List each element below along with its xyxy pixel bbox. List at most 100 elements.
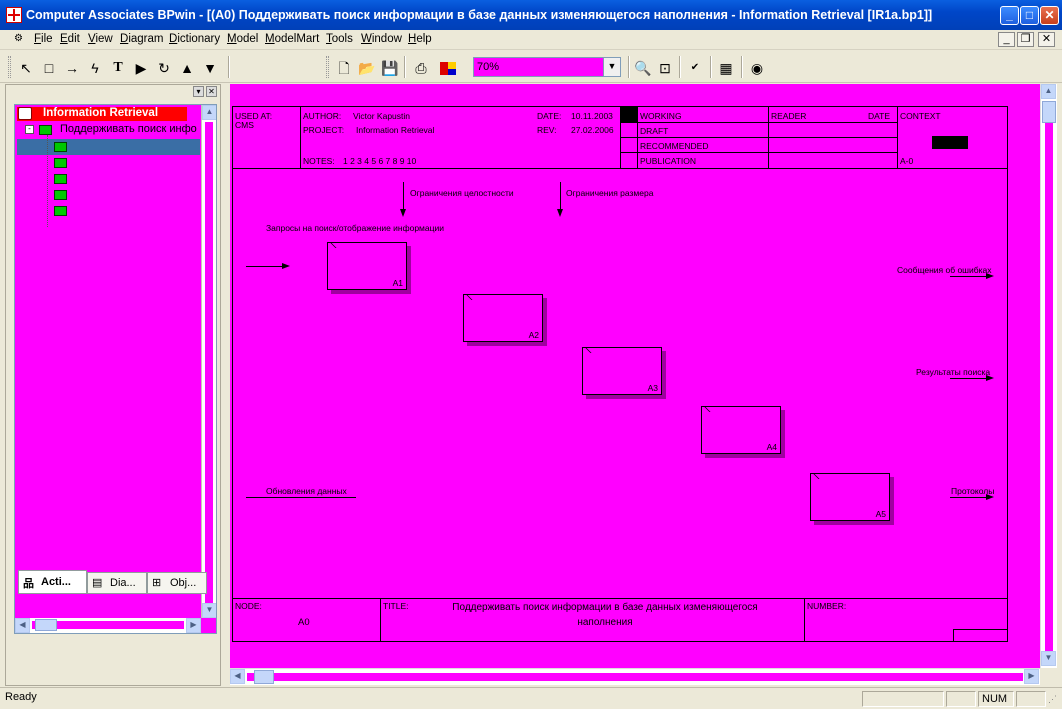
scroll-track[interactable] [1045, 101, 1053, 651]
scroll-down-icon[interactable]: ▼ [1041, 651, 1056, 666]
zoom-fit-icon[interactable]: ⊡ [654, 57, 676, 79]
scroll-right-icon[interactable]: ▶ [1024, 669, 1039, 684]
explorer-close-button[interactable]: ✕ [206, 86, 217, 97]
arrow-label-control-1[interactable]: Ограничения целостности [410, 188, 514, 198]
tab-objects[interactable]: ⊞ Obj... [147, 572, 207, 594]
arrow-label-input-1[interactable]: Запросы на поиск/отображение информации [266, 223, 444, 233]
arrow-label-input-2[interactable]: Обновления данных [266, 486, 347, 496]
color-icon[interactable] [440, 62, 456, 75]
arrow-label-control-2[interactable]: Ограничения размера [566, 188, 653, 198]
activity-box-a1[interactable]: A1 [327, 242, 407, 290]
mdi-restore-button[interactable]: ❐ [1017, 32, 1034, 47]
zoom-value: 70% [477, 61, 500, 73]
activity-box-a3[interactable]: A3 [582, 347, 662, 395]
status-panel [1016, 691, 1046, 707]
activity-icon[interactable] [54, 142, 67, 152]
open-folder-icon[interactable]: 📂 [356, 57, 378, 79]
squiggle-tool-icon[interactable]: ϟ [84, 57, 106, 79]
activity-icon[interactable] [54, 174, 67, 184]
menu-help[interactable]: Help [408, 33, 432, 45]
menu-diagram[interactable]: Diagram [120, 33, 163, 45]
activity-box-a5[interactable]: A5 [810, 473, 890, 521]
arrow-label-output-1[interactable]: Сообщения об ошибках [897, 265, 992, 275]
arrow-input-2[interactable] [246, 497, 356, 498]
print-icon[interactable]: ⎙ [410, 57, 432, 79]
scroll-track[interactable] [205, 122, 213, 617]
tab-activities[interactable]: 品 Acti... [18, 570, 87, 594]
status-panel [862, 691, 944, 707]
minimize-button[interactable]: _ [1000, 6, 1019, 25]
tree-hscroll[interactable]: ◀ ▶ [15, 618, 201, 633]
toolbar-separator [679, 56, 681, 78]
tree-vscroll[interactable]: ▲ ▼ [201, 105, 216, 618]
app-icon[interactable] [6, 7, 22, 23]
arrow-output-1[interactable] [950, 276, 986, 277]
menu-edit[interactable]: Edit [60, 33, 80, 45]
tab-diagrams[interactable]: ▤ Dia... [87, 572, 147, 594]
menu-modelmart[interactable]: ModelMart [265, 33, 319, 45]
arrow-output-2[interactable] [950, 378, 986, 379]
activity-icon[interactable] [54, 206, 67, 216]
scroll-up-icon[interactable]: ▲ [1041, 84, 1056, 99]
arrow-output-3[interactable] [950, 497, 986, 498]
arrow-tool-icon[interactable]: → [61, 57, 83, 79]
go-down-icon[interactable]: ▼ [199, 57, 221, 79]
globe-icon[interactable]: ◉ [746, 57, 768, 79]
tree-root-item[interactable]: Information Retrieval [17, 107, 187, 121]
explorer-options-button[interactable]: ▾ [193, 86, 204, 97]
canvas-hscroll[interactable]: ◀ ▶ [230, 668, 1040, 685]
menu-file[interactable]: File [34, 33, 53, 45]
canvas-vscroll[interactable]: ▲ ▼ [1040, 84, 1057, 668]
scroll-thumb[interactable] [254, 670, 274, 684]
close-button[interactable]: ✕ [1040, 6, 1059, 25]
zoom-in-icon[interactable]: 🔍 [632, 57, 654, 79]
arrow-label-output-2[interactable]: Результаты поиска [916, 367, 990, 377]
scroll-right-icon[interactable]: ▶ [186, 618, 201, 633]
rotate-tool-icon[interactable]: ↻ [153, 57, 175, 79]
chevron-down-icon[interactable]: ▼ [603, 58, 620, 76]
menu-view[interactable]: View [88, 33, 113, 45]
play-tool-icon[interactable]: ▶ [130, 57, 152, 79]
arrow-control-2[interactable] [560, 182, 561, 210]
activity-icon[interactable] [54, 158, 67, 168]
maximize-button[interactable]: □ [1020, 6, 1039, 25]
zoom-select[interactable]: 70% ▼ [473, 57, 621, 77]
menu-dictionary[interactable]: Dictionary [169, 33, 220, 45]
menu-model[interactable]: Model [227, 33, 258, 45]
new-file-icon[interactable]: 🗋 [333, 57, 355, 79]
pointer-icon[interactable]: ↖ [15, 57, 37, 79]
doc-icon[interactable]: ⚙ [14, 33, 28, 46]
save-icon[interactable]: 💾 [379, 57, 401, 79]
toolbar-grip[interactable] [8, 56, 11, 78]
menu-tools[interactable]: Tools [326, 33, 353, 45]
scroll-left-icon[interactable]: ◀ [15, 618, 30, 633]
toolbar-grip[interactable] [326, 56, 329, 78]
box-tool-icon[interactable]: □ [38, 57, 60, 79]
tree-child-label[interactable]: Поддерживать поиск инфо [60, 123, 197, 135]
header-divider [300, 106, 301, 168]
collapse-icon[interactable]: - [25, 125, 34, 134]
activity-box-a2[interactable]: A2 [463, 294, 543, 342]
activity-tree[interactable]: Information Retrieval - Поддерживать пои… [14, 104, 217, 634]
scroll-up-icon[interactable]: ▲ [202, 105, 216, 120]
activity-box-a4[interactable]: A4 [701, 406, 781, 454]
diagram-title[interactable]: Поддерживать поиск информации в базе дан… [425, 600, 785, 630]
resize-grip-icon[interactable]: ⋰ [1048, 694, 1060, 706]
scroll-thumb[interactable] [1042, 101, 1056, 123]
diagram-canvas[interactable]: USED AT: CMS AUTHOR: Victor Kapustin PRO… [230, 84, 1040, 668]
scroll-left-icon[interactable]: ◀ [230, 669, 245, 684]
arrow-control-1[interactable] [403, 182, 404, 210]
scroll-thumb[interactable] [35, 619, 57, 631]
scroll-down-icon[interactable]: ▼ [202, 603, 216, 618]
model-explorer-icon[interactable]: ▦ [715, 57, 737, 79]
spellcheck-icon[interactable]: ✔ [684, 57, 706, 79]
menu-window[interactable]: Window [361, 33, 402, 45]
activity-icon[interactable] [54, 190, 67, 200]
mdi-minimize-button[interactable]: _ [998, 32, 1015, 47]
go-up-icon[interactable]: ▲ [176, 57, 198, 79]
tree-item-selected[interactable] [17, 139, 200, 155]
scroll-track[interactable] [247, 673, 1023, 681]
arrow-input-1[interactable] [246, 266, 282, 267]
mdi-close-button[interactable]: ✕ [1038, 32, 1055, 47]
text-tool-icon[interactable]: T [107, 57, 129, 79]
